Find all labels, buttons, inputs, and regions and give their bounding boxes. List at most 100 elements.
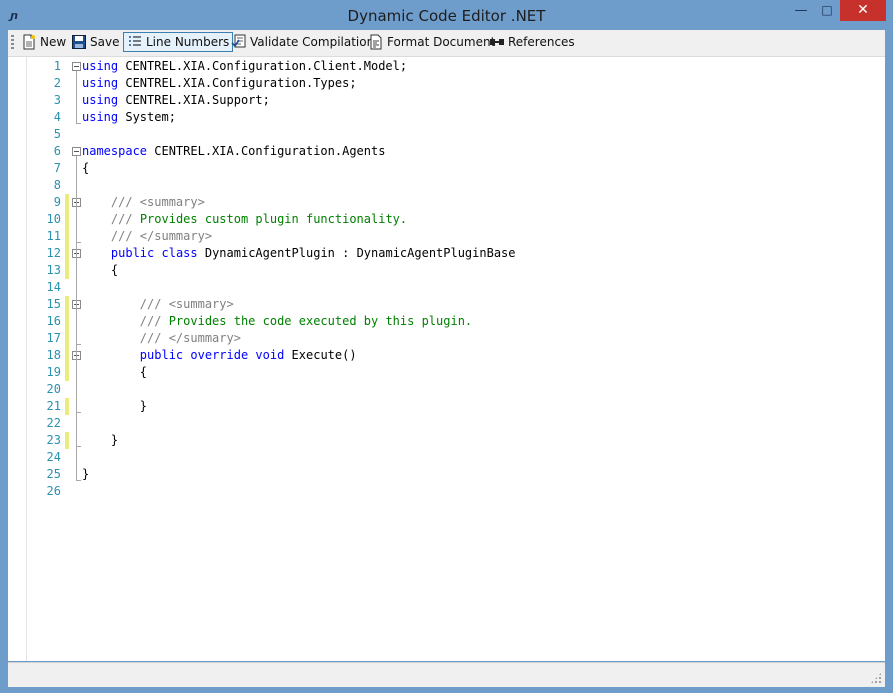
fold-guide-end <box>76 480 81 481</box>
fold-guide-end <box>76 446 81 447</box>
code-text: using CENTREL.XIA.Configuration.Types; <box>82 76 357 90</box>
resize-grip-icon[interactable] <box>870 672 882 684</box>
fold-guide-end <box>76 412 81 413</box>
new-button-label: New <box>40 35 67 49</box>
title-bar[interactable]: ɲ Dynamic Code Editor .NET — □ ✕ <box>0 0 893 30</box>
code-line[interactable]: 1 using CENTREL.XIA.Configuration.Client.… <box>8 58 885 75</box>
code-text: { <box>82 263 119 277</box>
code-line[interactable]: 11 /// </summary> <box>8 228 885 245</box>
changed-line-marker <box>65 245 69 262</box>
line-number: 23 <box>46 433 61 447</box>
code-text: /// Provides the code executed by this p… <box>139 314 473 328</box>
code-line[interactable]: 24 <box>8 449 885 466</box>
line-number: 1 <box>53 59 61 73</box>
line-number: 19 <box>46 365 61 379</box>
minimize-button[interactable]: — <box>788 0 814 21</box>
code-line[interactable]: 3 using CENTREL.XIA.Support; <box>8 92 885 109</box>
code-line[interactable]: 17 /// </summary> <box>8 330 885 347</box>
fold-guide-end <box>76 242 81 243</box>
code-line[interactable]: 2 using CENTREL.XIA.Configuration.Types; <box>8 75 885 92</box>
line-number: 13 <box>46 263 61 277</box>
code-line[interactable]: 9 /// <summary> <box>8 194 885 211</box>
code-line[interactable]: 16 /// Provides the code executed by thi… <box>8 313 885 330</box>
code-text: public class DynamicAgentPlugin : Dynami… <box>110 246 516 260</box>
new-button[interactable]: New <box>18 32 69 52</box>
code-line[interactable]: 12 public class DynamicAgentPlugin : Dyn… <box>8 245 885 262</box>
code-line[interactable]: 23 } <box>8 432 885 449</box>
changed-line-marker <box>65 364 69 381</box>
code-text: } <box>82 433 119 447</box>
code-line[interactable]: 10 /// Provides custom plugin functional… <box>8 211 885 228</box>
code-text: /// <summary> <box>110 195 205 209</box>
changed-line-marker <box>65 398 69 415</box>
code-editor[interactable]: 1 using CENTREL.XIA.Configuration.Client.… <box>8 57 885 661</box>
code-line[interactable]: 22 <box>8 415 885 432</box>
code-line[interactable]: 7{ <box>8 160 885 177</box>
line-number: 17 <box>46 331 61 345</box>
code-line[interactable]: 19 { <box>8 364 885 381</box>
format-document-icon <box>368 34 384 50</box>
code-text: /// </summary> <box>110 229 213 243</box>
code-line[interactable]: 8 <box>8 177 885 194</box>
line-number: 7 <box>53 161 61 175</box>
changed-line-marker <box>65 228 69 245</box>
fold-guide-line <box>76 258 77 447</box>
app-window: ɲ Dynamic Code Editor .NET — □ ✕ New Sav… <box>0 0 893 693</box>
line-number: 21 <box>46 399 61 413</box>
changed-line-marker <box>65 330 69 347</box>
code-line[interactable]: 13 { <box>8 262 885 279</box>
code-text: public override void Execute() <box>139 348 357 362</box>
line-number: 14 <box>46 280 61 294</box>
save-disk-icon <box>71 34 87 50</box>
fold-guide-line <box>76 360 77 413</box>
code-line[interactable]: 5 <box>8 126 885 143</box>
code-line[interactable]: 21 } <box>8 398 885 415</box>
line-number: 9 <box>53 195 61 209</box>
collapse-region-icon[interactable] <box>72 147 81 156</box>
save-button-label: Save <box>90 35 120 49</box>
line-number: 20 <box>46 382 61 396</box>
code-text: namespace CENTREL.XIA.Configuration.Agen… <box>82 144 386 158</box>
validate-icon <box>231 34 247 50</box>
line-number: 5 <box>53 127 61 141</box>
save-button[interactable]: Save <box>68 32 122 52</box>
format-document-label: Format Document <box>387 35 496 49</box>
validate-compilation-label: Validate Compilation <box>250 35 375 49</box>
close-button[interactable]: ✕ <box>840 0 886 21</box>
line-number: 12 <box>46 246 61 260</box>
code-text: using System; <box>82 110 176 124</box>
code-line[interactable]: 15 /// <summary> <box>8 296 885 313</box>
collapse-region-icon[interactable] <box>72 62 81 71</box>
code-line[interactable]: 26 <box>8 483 885 500</box>
code-line[interactable]: 14 <box>8 279 885 296</box>
code-text: using CENTREL.XIA.Support; <box>82 93 270 107</box>
format-document-button[interactable]: Format Document <box>365 32 498 52</box>
code-line[interactable]: 20 <box>8 381 885 398</box>
line-number: 10 <box>46 212 61 226</box>
toolbar-grip-icon[interactable] <box>11 35 14 51</box>
line-number: 16 <box>46 314 61 328</box>
new-document-icon <box>21 34 37 50</box>
status-bar <box>8 662 885 687</box>
code-line[interactable]: 6 namespace CENTREL.XIA.Configuration.Age… <box>8 143 885 160</box>
fold-guide-line <box>76 71 77 124</box>
code-line[interactable]: 18 public override void Execute() <box>8 347 885 364</box>
changed-line-marker <box>65 194 69 211</box>
code-line[interactable]: 4 using System; <box>8 109 885 126</box>
code-line[interactable]: 25} <box>8 466 885 483</box>
code-text: /// <summary> <box>139 297 234 311</box>
changed-line-marker <box>65 347 69 364</box>
code-text: } <box>82 399 148 413</box>
code-text: using CENTREL.XIA.Configuration.Client.M… <box>82 59 408 73</box>
fold-guide-end <box>76 123 81 124</box>
validate-compilation-button[interactable]: Validate Compilation <box>228 32 377 52</box>
line-number: 24 <box>46 450 61 464</box>
line-number: 2 <box>53 76 61 90</box>
fold-guide-end <box>76 344 81 345</box>
line-number: 25 <box>46 467 61 481</box>
maximize-button[interactable]: □ <box>814 0 840 21</box>
changed-line-marker <box>65 296 69 313</box>
references-button[interactable]: References <box>486 32 578 52</box>
changed-line-marker <box>65 262 69 279</box>
line-numbers-toggle[interactable]: Line Numbers <box>123 32 234 52</box>
